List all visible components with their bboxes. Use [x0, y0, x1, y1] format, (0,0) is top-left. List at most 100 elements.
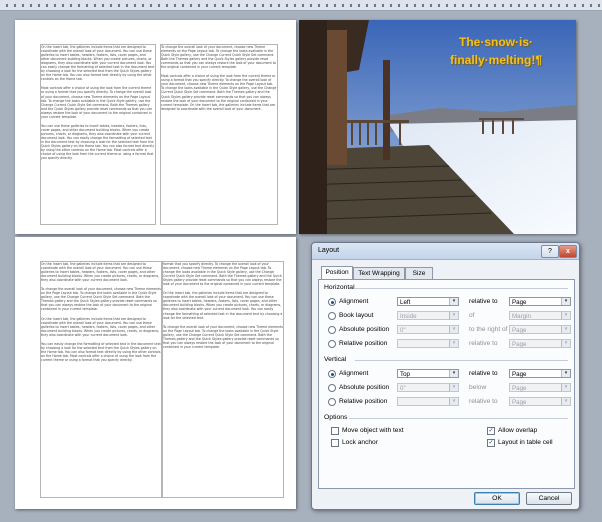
alignment-radio[interactable]	[328, 298, 336, 306]
horizontal-relative-input[interactable]: ▾	[397, 339, 459, 348]
horizontal-alignment-relative-select[interactable]: Page ▾	[509, 297, 571, 306]
vertical-absolute-input[interactable]: 0" ▾	[397, 383, 459, 392]
book-layout-select[interactable]: Inside ▾	[397, 311, 459, 320]
ruler-tick	[454, 4, 456, 7]
paragraph[interactable]: format that you specify directly. To cha…	[163, 262, 283, 286]
ruler-tick	[134, 4, 136, 7]
ruler-tick	[494, 4, 496, 7]
ok-button[interactable]: OK	[474, 492, 520, 505]
ruler-tick	[518, 4, 520, 7]
ruler-tick	[406, 4, 408, 7]
of-label: of	[469, 312, 475, 319]
cancel-button[interactable]: Cancel	[526, 492, 572, 505]
dialog-title: Layout	[318, 247, 340, 254]
position-panel: Horizontal Alignment Left ▾ relative to …	[318, 279, 575, 489]
select-value: Page	[512, 399, 527, 406]
horizontal-absolute-relative-select[interactable]: Page ▾	[509, 325, 571, 334]
vertical-absolute-radio[interactable]	[328, 384, 336, 392]
vertical-relative-radio[interactable]	[328, 398, 336, 406]
divider	[349, 418, 568, 419]
lock-anchor-checkbox[interactable]	[331, 439, 339, 447]
vertical-heading: Vertical	[324, 356, 347, 363]
document-page-1[interactable]: On the Insert tab, the galleries include…	[15, 20, 296, 234]
ruler-tick	[110, 4, 112, 7]
paragraph[interactable]: On the Insert tab, the galleries include…	[41, 317, 161, 337]
document-page-3[interactable]: On the Insert tab, the galleries include…	[15, 237, 296, 509]
vertical-alignment-radio[interactable]	[328, 370, 336, 378]
paragraph[interactable]: Most controls offer a choice of using th…	[41, 86, 155, 118]
spinner-icon: ▾	[449, 340, 458, 347]
paragraph[interactable]: You can easily change the formatting of …	[41, 342, 161, 362]
tab-text-wrapping[interactable]: Text Wrapping	[353, 267, 405, 279]
horizontal-absolute-input[interactable]: 0" ▾	[397, 325, 459, 334]
vertical-absolute-relative-select[interactable]: Page ▾	[509, 383, 571, 392]
vertical-relative-relative-select[interactable]: Page ▾	[509, 397, 571, 406]
select-value: Page	[512, 385, 527, 392]
ruler-tick	[182, 4, 184, 7]
paragraph[interactable]: On the Insert tab, the galleries include…	[41, 262, 161, 282]
text-column[interactable]: To change the overall look of your docum…	[160, 44, 278, 225]
ruler-tick	[246, 4, 248, 7]
spinner-icon: ▾	[449, 326, 458, 333]
horizontal-ruler[interactable]	[0, 0, 602, 11]
select-value: Page	[512, 341, 527, 348]
close-button[interactable]: x	[559, 245, 577, 258]
ruler-tick	[342, 4, 344, 7]
ruler-tick	[470, 4, 472, 7]
vertical-alignment-select[interactable]: Top ▾	[397, 369, 459, 378]
tab-position[interactable]: Position	[321, 266, 353, 279]
text-column[interactable]: format that you specify directly. To cha…	[162, 261, 284, 498]
relative-position-radio[interactable]	[328, 340, 336, 348]
alignment-label: Alignment	[339, 298, 369, 305]
ruler-tick	[254, 4, 256, 7]
ruler-tick	[270, 4, 272, 7]
chevron-down-icon: ▾	[561, 326, 570, 333]
horizontal-relative-relative-select[interactable]: Page ▾	[509, 339, 571, 348]
ruler-tick	[414, 4, 416, 7]
text-column[interactable]: On the Insert tab, the galleries include…	[40, 44, 156, 225]
paragraph[interactable]: To change the overall look of your docum…	[163, 325, 283, 349]
paragraph[interactable]: To change the overall look of your docum…	[41, 287, 161, 311]
ruler-tick	[510, 4, 512, 7]
text-column[interactable]: On the Insert tab, the galleries include…	[40, 261, 162, 498]
help-button[interactable]: ?	[541, 245, 559, 258]
book-layout-radio[interactable]	[328, 312, 336, 320]
ruler-tick	[222, 4, 224, 7]
photo-caption[interactable]: The·snow·is· finally·melting!¶	[436, 33, 556, 69]
vertical-alignment-relative-select[interactable]: Page ▾	[509, 369, 571, 378]
layout-dialog: Layout ? x Position Text Wrapping Size H…	[311, 242, 580, 510]
ruler-tick	[350, 4, 352, 7]
spinner-icon: ▾	[449, 384, 458, 391]
paragraph[interactable]: On the Insert tab, the galleries include…	[163, 291, 283, 319]
tab-size[interactable]: Size	[405, 267, 433, 279]
ruler-tick	[38, 4, 40, 7]
ruler-tick	[126, 4, 128, 7]
ruler-tick	[22, 4, 24, 7]
layout-in-cell-label: Layout in table cell	[498, 439, 553, 446]
horizontal-alignment-select[interactable]: Left ▾	[397, 297, 459, 306]
divider	[355, 288, 568, 289]
ruler-tick	[398, 4, 400, 7]
relative-to-label: relative to	[469, 340, 498, 347]
move-object-checkbox[interactable]	[331, 427, 339, 435]
allow-overlap-checkbox[interactable]: ✓	[487, 427, 495, 435]
book-layout-relative-select[interactable]: Margin ▾	[509, 311, 571, 320]
vertical-relative-input[interactable]: ▾	[397, 397, 459, 406]
chevron-down-icon: ▾	[561, 370, 570, 377]
spinner-icon: ▾	[449, 398, 458, 405]
ruler-tick	[358, 4, 360, 7]
ruler-tick	[318, 4, 320, 7]
move-object-label: Move object with text	[342, 427, 404, 434]
paragraph[interactable]: Most controls offer a choice of using th…	[161, 74, 277, 110]
absolute-position-radio[interactable]	[328, 326, 336, 334]
relative-to-label: relative to	[469, 370, 498, 377]
dialog-titlebar[interactable]: Layout ? x	[312, 243, 579, 260]
ruler-tick	[478, 4, 480, 7]
paragraph[interactable]: To change the overall look of your docum…	[161, 45, 277, 69]
layout-in-cell-checkbox[interactable]: ✓	[487, 439, 495, 447]
paragraph[interactable]: You can use these galleries to insert ta…	[41, 124, 155, 160]
paragraph[interactable]: On the Insert tab, the galleries include…	[41, 45, 155, 81]
ruler-tick	[446, 4, 448, 7]
porch-snow-photo[interactable]: The·snow·is· finally·melting!¶	[299, 20, 576, 234]
ruler-tick	[230, 4, 232, 7]
